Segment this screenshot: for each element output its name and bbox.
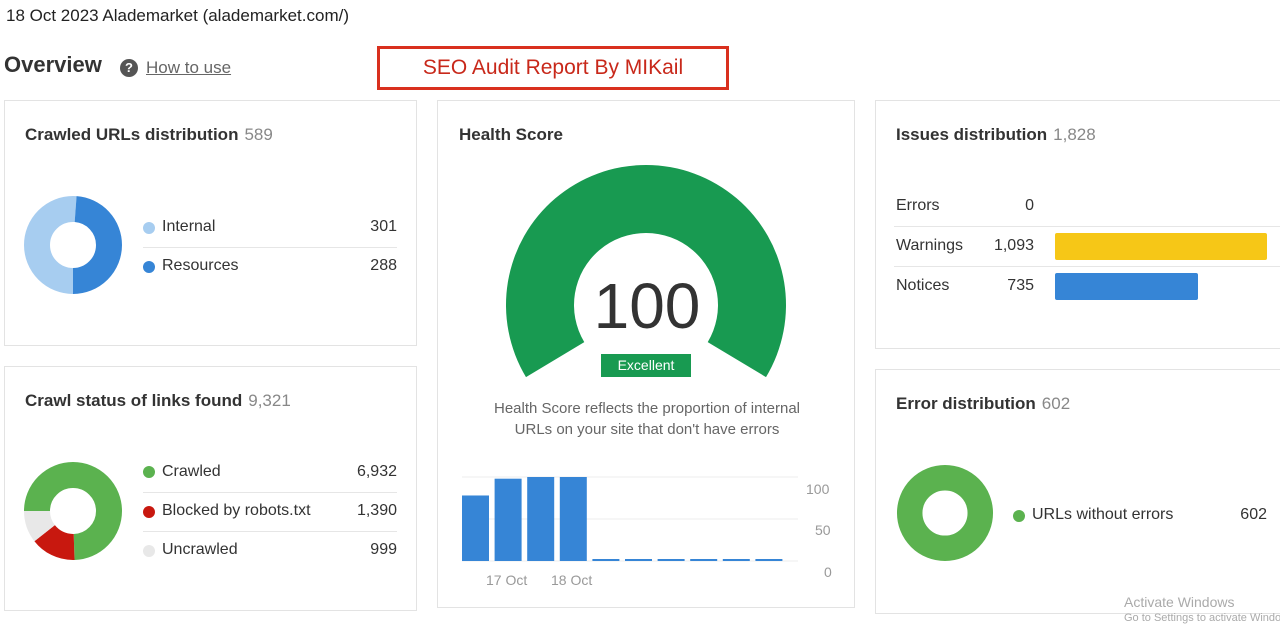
y-tick-100: 100 (806, 481, 830, 497)
crawl-status-card: Crawl status of links found 9,321 Crawled… (4, 366, 417, 611)
question-circle-icon[interactable]: ? (120, 59, 138, 77)
description-line-1: Health Score reflects the proportion of … (494, 400, 800, 417)
warnings-label[interactable]: Warnings (896, 237, 963, 255)
urls-without-errors-legend-dot (1013, 510, 1025, 522)
error-distribution-total: 602 (1041, 394, 1071, 413)
description-line-2: URLs on your site that don't have errors (514, 421, 780, 438)
crawl-status-title-text: Crawl status of links found (25, 391, 243, 410)
divider (143, 247, 397, 248)
internal-legend-dot (143, 222, 155, 234)
internal-label[interactable]: Internal (162, 218, 215, 236)
urls-without-errors-value: 602 (1240, 506, 1267, 523)
activate-windows-watermark: Activate Windows (1124, 594, 1235, 610)
resources-value: 288 (370, 257, 397, 274)
divider (894, 226, 1280, 227)
health-score-bar[interactable] (625, 559, 652, 561)
divider (894, 266, 1280, 267)
how-to-use-link[interactable]: How to use (146, 58, 231, 78)
crawl-status-title: Crawl status of links found 9,321 (25, 391, 291, 411)
issues-distribution-card: Issues distribution 1,828 Errors 0 Warnin… (875, 100, 1280, 349)
errors-label[interactable]: Errors (896, 197, 940, 215)
crawled-label[interactable]: Crawled (162, 463, 221, 481)
health-score-bar[interactable] (690, 559, 718, 561)
health-score-bar[interactable] (559, 477, 587, 561)
y-tick-0: 0 (824, 564, 832, 580)
health-score-bar[interactable] (527, 477, 555, 561)
health-score-bar[interactable] (494, 478, 522, 561)
issues-title: Issues distribution 1,828 (896, 125, 1096, 145)
notices-bar[interactable] (1055, 273, 1198, 300)
error-distribution-donut (896, 464, 994, 562)
uncrawled-value: 999 (370, 541, 397, 558)
x-tick-18-oct: 18 Oct (551, 572, 593, 588)
warnings-value: 1,093 (993, 237, 1034, 254)
crawl-status-total: 9,321 (248, 391, 291, 410)
crawl-status-donut (24, 462, 122, 560)
resources-label[interactable]: Resources (162, 257, 238, 275)
health-score-badge: Excellent (601, 354, 691, 377)
errors-value: 0 (1025, 197, 1034, 214)
health-score-description: Health Score reflects the proportion of … (438, 398, 856, 440)
health-score-title: Health Score (459, 125, 563, 144)
crawled-urls-card: Crawled URLs distribution 589 Internal 30… (4, 100, 417, 346)
crawled-value: 6,932 (356, 463, 397, 480)
issues-title-text: Issues distribution (896, 125, 1048, 144)
blocked-label[interactable]: Blocked by robots.txt (162, 502, 311, 520)
urls-without-errors-label[interactable]: URLs without errors (1032, 506, 1173, 524)
notices-value: 735 (1007, 277, 1034, 294)
page-title: Overview (4, 52, 102, 77)
resources-legend-dot (143, 261, 155, 273)
internal-value: 301 (370, 218, 397, 235)
error-distribution-title-text: Error distribution (896, 394, 1036, 413)
x-tick-17-oct: 17 Oct (486, 572, 528, 588)
notices-label[interactable]: Notices (896, 277, 949, 295)
crawled-urls-title-text: Crawled URLs distribution (25, 125, 239, 144)
report-banner: SEO Audit Report By MIKail (377, 46, 729, 90)
issues-total: 1,828 (1053, 125, 1096, 144)
uncrawled-label[interactable]: Uncrawled (162, 541, 238, 559)
error-distribution-card: Error distribution 602 URLs without error… (875, 369, 1280, 614)
health-score-card: Health Score 100 Excellent Health Score … (437, 100, 855, 608)
crawled-urls-donut (24, 196, 122, 294)
activate-windows-subtext: Go to Settings to activate Windows. (1124, 612, 1280, 624)
blocked-legend-dot (143, 506, 155, 518)
report-date-site: 18 Oct 2023 Alademarket (alademarket.com… (6, 6, 349, 25)
health-score-bar[interactable] (657, 559, 685, 561)
health-score-bar[interactable] (462, 495, 489, 561)
health-score-bar[interactable] (755, 559, 783, 561)
blocked-value: 1,390 (356, 502, 397, 519)
y-tick-50: 50 (815, 522, 831, 538)
crawled-urls-total: 589 (244, 125, 273, 144)
health-score-value: 100 (593, 270, 701, 342)
health-score-bar[interactable] (722, 559, 750, 561)
divider (143, 531, 397, 532)
uncrawled-legend-dot (143, 545, 155, 557)
error-distribution-title: Error distribution 602 (896, 394, 1070, 414)
crawled-legend-dot (143, 466, 155, 478)
divider (143, 492, 397, 493)
crawled-urls-title: Crawled URLs distribution 589 (25, 125, 273, 145)
health-score-bar[interactable] (592, 559, 620, 561)
warnings-bar[interactable] (1055, 233, 1267, 260)
